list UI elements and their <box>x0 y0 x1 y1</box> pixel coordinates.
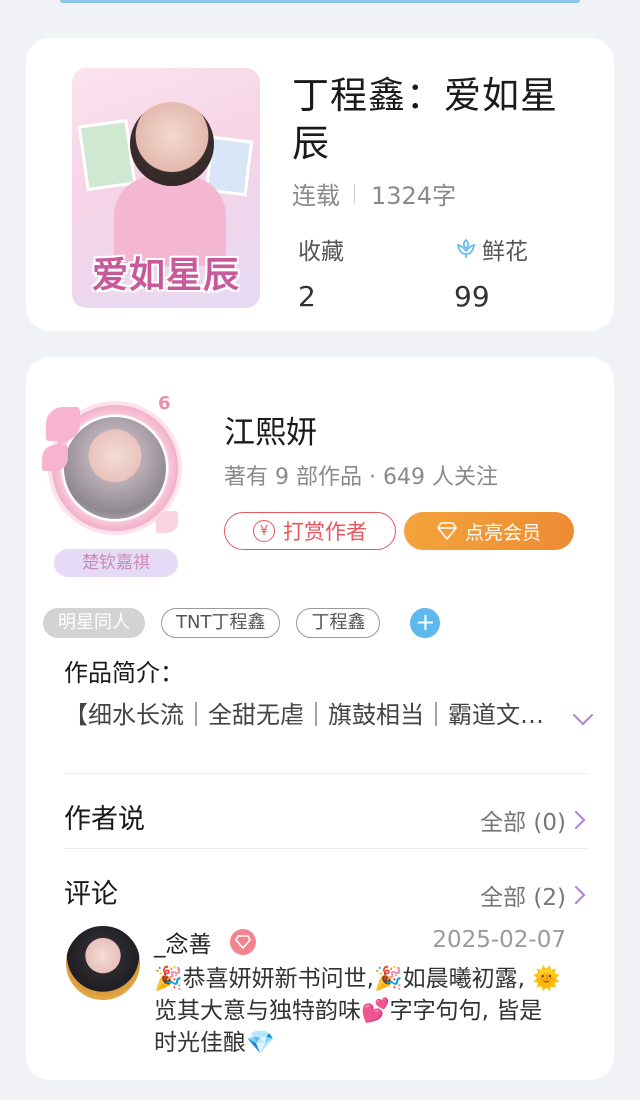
book-word-count: 1324字 <box>371 182 457 210</box>
author-name[interactable]: 江熙妍 <box>224 407 317 452</box>
flowers-label-row: 鲜花 <box>454 232 528 266</box>
section-divider <box>64 773 588 774</box>
flowers-stat[interactable]: 鲜花 99 <box>454 232 528 313</box>
chevron-right-icon <box>574 810 586 830</box>
favorites-stat[interactable]: 收藏 2 <box>298 232 344 313</box>
book-title: 丁程鑫：爱如星辰 <box>292 74 558 165</box>
commenter-name[interactable]: _念善 <box>154 925 212 959</box>
author-says-all-label: 全部 (0) <box>480 810 566 836</box>
author-says-title: 作者说 <box>64 804 145 835</box>
avatar-frame-tag: 楚钦嘉祺 <box>54 549 178 577</box>
comment-text: 🎉恭喜妍妍新书问世,🎉如晨曦初露, 🌞 览其大意与独特韵味💕字字句句, 皆是时光… <box>154 966 561 1056</box>
add-tag-icon[interactable]: + <box>410 608 441 638</box>
chevron-down-icon[interactable] <box>572 713 594 727</box>
tag-item[interactable]: TNT丁程鑫 <box>161 608 281 638</box>
book-status: 连载 <box>292 182 340 210</box>
cover-figure-head <box>130 102 214 186</box>
intro-label: 作品简介： <box>64 659 184 687</box>
member-badge-icon <box>229 929 256 955</box>
comments-all-label: 全部 (2) <box>480 885 566 911</box>
section-divider <box>64 848 588 849</box>
top-edge-strip <box>60 0 580 3</box>
meta-divider <box>354 183 355 204</box>
tag-item[interactable]: 丁程鑫 <box>296 608 381 638</box>
flower-decoration <box>42 445 68 471</box>
vip-membership-button[interactable]: 点亮会员 <box>404 512 574 550</box>
level-badge: 6 <box>158 393 171 414</box>
book-meta: 连载 1324字 <box>292 176 456 211</box>
flowers-label: 鲜花 <box>482 239 528 265</box>
diamond-icon <box>437 522 457 540</box>
comment-date: 2025-02-07 <box>432 927 566 953</box>
book-info-card: 爱如星辰 丁程鑫：爱如星辰 连载 1324字 收藏 2 鲜花 99 <box>26 38 614 331</box>
author-info: 著有 9 部作品 · 649 人关注 <box>224 465 498 490</box>
flower-decoration <box>46 407 80 441</box>
author-avatar-image <box>64 417 166 519</box>
flower-icon <box>456 238 476 258</box>
flower-decoration <box>156 511 178 533</box>
author-avatar[interactable]: 6 <box>40 393 190 543</box>
comments-all-link[interactable]: 全部 (2) <box>480 878 586 912</box>
vip-membership-label: 点亮会员 <box>464 521 541 544</box>
cover-photo-frame-left <box>77 118 137 192</box>
tag-list: 明星同人 TNT丁程鑫 丁程鑫 + <box>43 608 441 638</box>
commenter-avatar[interactable] <box>64 924 142 1002</box>
reward-author-label: 打赏作者 <box>283 520 367 544</box>
chevron-right-icon <box>574 885 586 905</box>
intro-text: 【细水长流｜全甜无虐｜旗鼓相当｜霸道文… <box>64 701 544 729</box>
author-details-card: 6 楚钦嘉祺 江熙妍 著有 9 部作品 · 649 人关注 ¥ 打赏作者 点亮会… <box>26 357 614 1080</box>
book-cover-image[interactable]: 爱如星辰 <box>72 68 260 308</box>
favorites-label: 收藏 <box>298 239 344 265</box>
tag-item[interactable]: 明星同人 <box>43 608 145 638</box>
author-says-all-link[interactable]: 全部 (0) <box>480 803 586 837</box>
comments-title: 评论 <box>64 879 118 910</box>
flowers-value: 99 <box>454 280 490 313</box>
reward-author-button[interactable]: ¥ 打赏作者 <box>224 512 396 550</box>
yen-icon: ¥ <box>253 520 275 542</box>
favorites-value: 2 <box>298 280 316 313</box>
commenter-name-row: _念善 <box>154 925 256 959</box>
cover-title-text: 爱如星辰 <box>91 255 240 296</box>
